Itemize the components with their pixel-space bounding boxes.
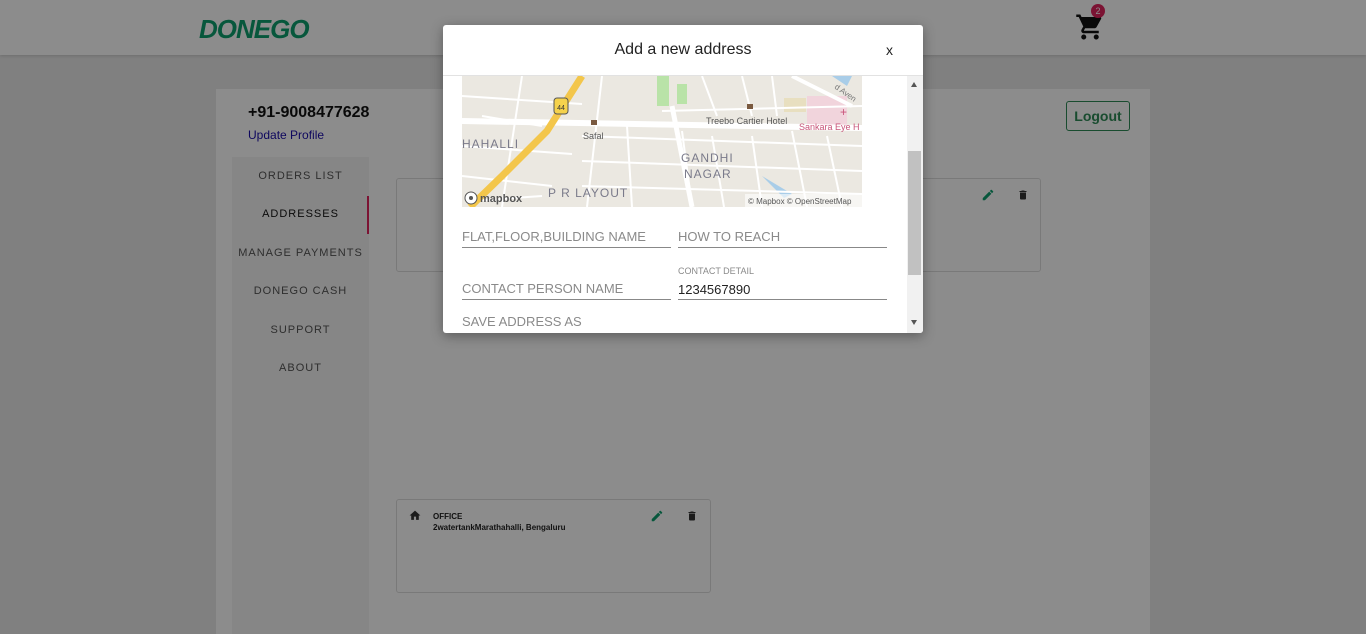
map-attribution[interactable]: © Mapbox © OpenStreetMap xyxy=(748,197,852,206)
map-label-area: NAGAR xyxy=(684,167,732,181)
map-poi-label: Safal xyxy=(583,131,604,141)
close-button[interactable]: x xyxy=(886,42,893,58)
address-map[interactable]: 44 HAHALLI P R LAYOUT GANDHI NAGAR Safal… xyxy=(462,76,862,207)
flat-building-input[interactable]: FLAT,FLOOR,BUILDING NAME xyxy=(462,229,646,244)
scroll-down-arrow-icon[interactable] xyxy=(911,320,917,325)
modal-scrollbar-thumb[interactable] xyxy=(908,151,921,275)
map-poi-label: Sankara Eye H xyxy=(799,122,860,132)
add-address-modal: Add a new address x 44 HAHALLI P R LAYOU… xyxy=(443,25,923,333)
flat-building-underline xyxy=(462,247,671,248)
modal-title: Add a new address xyxy=(614,41,752,58)
hospital-icon: + xyxy=(840,105,847,119)
map-label-area: GANDHI xyxy=(681,151,734,165)
contact-detail-input[interactable]: 1234567890 xyxy=(678,282,750,297)
how-to-reach-input[interactable]: HOW TO REACH xyxy=(678,229,780,244)
contact-person-input[interactable]: CONTACT PERSON NAME xyxy=(462,281,623,296)
scroll-up-arrow-icon[interactable] xyxy=(911,82,917,87)
contact-detail-underline xyxy=(678,299,887,300)
mapbox-logo[interactable]: mapbox xyxy=(480,193,523,205)
contact-person-underline xyxy=(462,299,671,300)
map-label-area: HAHALLI xyxy=(462,137,519,151)
how-to-reach-underline xyxy=(678,247,887,248)
map-poi-label: Treebo Cartier Hotel xyxy=(706,116,787,126)
map-road-badge: 44 xyxy=(557,105,565,112)
map-label-area: P R LAYOUT xyxy=(548,186,628,200)
contact-detail-label: CONTACT DETAIL xyxy=(678,266,755,276)
save-address-as-label: SAVE ADDRESS AS xyxy=(462,314,582,329)
